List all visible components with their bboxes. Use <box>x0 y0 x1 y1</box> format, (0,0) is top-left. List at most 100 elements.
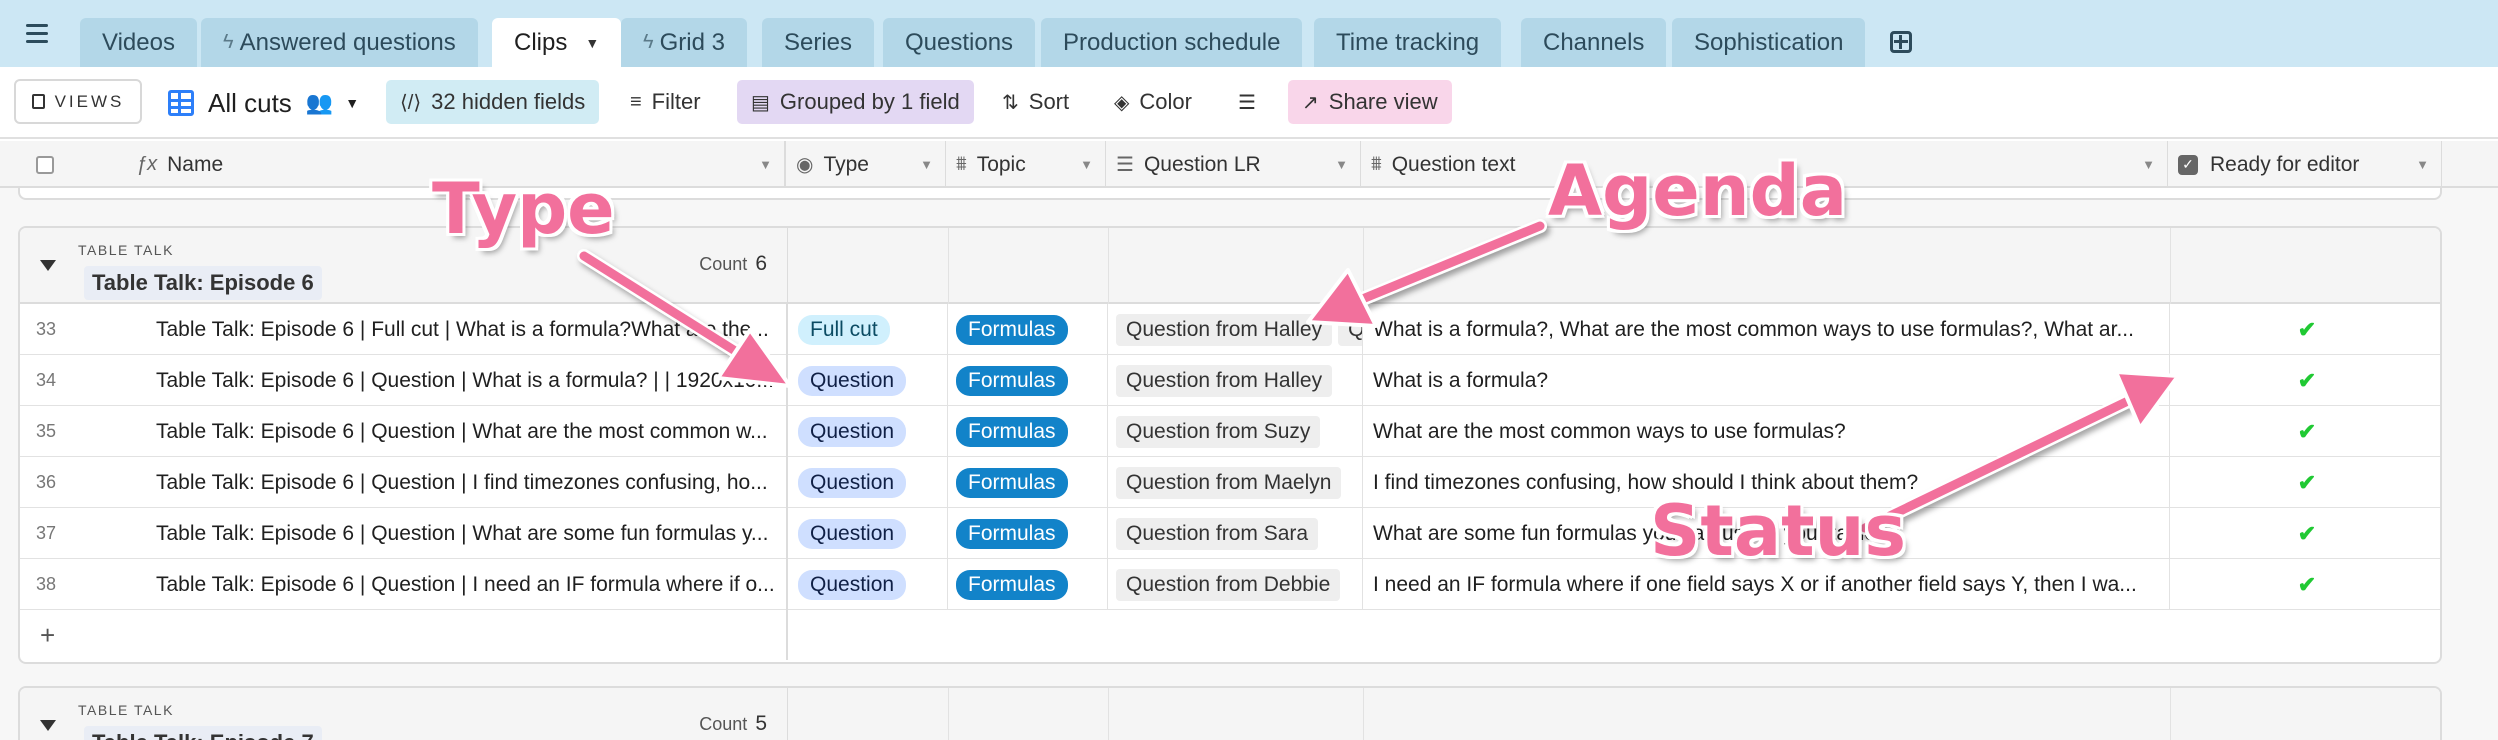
tab-sophistication[interactable]: Sophistication <box>1672 18 1866 67</box>
select-all-checkbox[interactable] <box>36 155 54 174</box>
chevron-down-icon[interactable]: ▼ <box>1080 157 1093 172</box>
cell-ready-for-editor[interactable]: ✔ <box>2170 457 2440 508</box>
column-question-text-label: Question text <box>1391 152 1516 176</box>
group-header[interactable]: TABLE TALK Table Talk: Episode 6 Count 6 <box>20 228 2440 304</box>
column-header-topic[interactable]: ⩩ Topic ▼ <box>946 141 1106 188</box>
cell-question-lr[interactable]: Question from Halley Q <box>1108 304 1363 355</box>
cell-question-text[interactable]: What is a formula? <box>1363 355 2170 406</box>
view-switcher[interactable]: All cuts 👥 ▼ <box>168 83 359 123</box>
cell-name[interactable]: Table Talk: Episode 6 | Question | What … <box>110 355 788 406</box>
cell-topic[interactable]: Formulas <box>948 304 1108 355</box>
cell-type[interactable]: Full cut <box>788 304 948 355</box>
cell-topic[interactable]: Formulas <box>948 355 1108 406</box>
table-row[interactable]: 33 Table Talk: Episode 6 | Full cut | Wha… <box>20 304 2440 355</box>
row-number-text: 35 <box>36 421 57 441</box>
cell-name[interactable]: Table Talk: Episode 6 | Question | I nee… <box>110 559 788 610</box>
add-table-icon[interactable] <box>1890 31 1912 53</box>
cell-name[interactable]: Table Talk: Episode 6 | Full cut | What … <box>110 304 788 355</box>
collapse-caret-icon[interactable] <box>40 720 56 731</box>
tab-production-schedule[interactable]: Production schedule <box>1041 18 1303 67</box>
filter-button[interactable]: ≡ Filter <box>616 80 715 124</box>
filter-label: Filter <box>651 89 701 114</box>
add-record-row[interactable]: + <box>20 610 788 660</box>
lightning-icon: ϟ <box>223 31 234 53</box>
cell-ready-for-editor[interactable]: ✔ <box>2170 304 2440 355</box>
cell-topic[interactable]: Formulas <box>948 508 1108 559</box>
check-icon: ✔ <box>2297 316 2317 342</box>
tab-grid-3[interactable]: ϟ Grid 3 <box>621 18 747 67</box>
row-number-text: 33 <box>36 319 57 339</box>
cell-ready-for-editor[interactable]: ✔ <box>2170 508 2440 559</box>
cell-type[interactable]: Question <box>788 406 948 457</box>
select-all-cell[interactable] <box>0 141 90 188</box>
tab-series[interactable]: Series <box>762 18 875 67</box>
views-button[interactable]: VIEWS <box>14 79 142 124</box>
cell-question-lr[interactable]: Question from Maelyn <box>1108 457 1363 508</box>
tab-answered-questions[interactable]: ϟ Answered questions <box>201 18 478 67</box>
cell-name[interactable]: Table Talk: Episode 6 | Question | What … <box>110 508 788 559</box>
tab-channels[interactable]: Channels <box>1521 18 1667 67</box>
tab-label: Grid 3 <box>659 28 725 56</box>
row-height-button[interactable]: ☰ <box>1224 80 1270 124</box>
column-type-label: Type <box>823 152 869 176</box>
hamburger-menu-icon[interactable] <box>26 24 50 44</box>
column-header-question-lr[interactable]: ☰ Question LR ▼ <box>1106 141 1361 188</box>
column-header-type[interactable]: ◉ Type ▼ <box>786 141 946 188</box>
cell-question-text[interactable]: What are the most common ways to use for… <box>1363 406 2170 457</box>
type-pill: Question <box>798 569 907 600</box>
tab-videos[interactable]: Videos <box>80 18 197 67</box>
group-button[interactable]: ▤ Grouped by 1 field <box>737 80 974 124</box>
cell-question-lr[interactable]: Question from Suzy <box>1108 406 1363 457</box>
chevron-down-icon[interactable]: ▼ <box>2416 157 2429 172</box>
cell-question-lr[interactable]: Question from Sara <box>1108 508 1363 559</box>
hide-fields-button[interactable]: ⟨/⟩ 32 hidden fields <box>386 80 600 124</box>
cell-ready-for-editor[interactable]: ✔ <box>2170 355 2440 406</box>
table-row[interactable]: 38 Table Talk: Episode 6 | Question | I n… <box>20 559 2440 610</box>
previous-group-footer <box>18 188 2442 200</box>
table-row[interactable]: 35 Table Talk: Episode 6 | Question | Wha… <box>20 406 2440 457</box>
single-select-icon: ◉ <box>796 154 814 176</box>
chevron-down-icon[interactable]: ▼ <box>759 157 772 172</box>
chevron-down-icon[interactable]: ▼ <box>1335 157 1348 172</box>
table-row[interactable]: 36 Table Talk: Episode 6 | Question | I f… <box>20 457 2440 508</box>
name-text: Table Talk: Episode 6 | Question | What … <box>156 368 774 392</box>
grid-body: TABLE TALK Table Talk: Episode 6 Count 6 … <box>0 188 2498 740</box>
cell-question-lr[interactable]: Question from Debbie <box>1108 559 1363 610</box>
cell-topic[interactable]: Formulas <box>948 457 1108 508</box>
type-pill: Question <box>798 416 907 447</box>
cell-type[interactable]: Question <box>788 355 948 406</box>
row-number-text: 37 <box>36 523 57 543</box>
linked-record-chip: Question from Suzy <box>1116 415 1321 448</box>
tab-time-tracking[interactable]: Time tracking <box>1314 18 1502 67</box>
cell-type[interactable]: Question <box>788 457 948 508</box>
topic-pill: Formulas <box>956 467 1068 498</box>
color-button[interactable]: ◈ Color <box>1100 80 1206 124</box>
cell-topic[interactable]: Formulas <box>948 559 1108 610</box>
cell-type[interactable]: Question <box>788 508 948 559</box>
chevron-down-icon[interactable]: ▼ <box>585 35 599 51</box>
column-header-ready[interactable]: ✓ Ready for editor ▼ <box>2168 141 2442 188</box>
topic-pill: Formulas <box>956 314 1068 345</box>
linked-record-chip-overflow: Q <box>1338 313 1362 346</box>
cell-question-lr[interactable]: Question from Halley <box>1108 355 1363 406</box>
group-header[interactable]: TABLE TALK Table Talk: Episode 7 Count 5 <box>20 688 2440 740</box>
share-view-button[interactable]: ↗ Share view <box>1288 80 1452 124</box>
tab-clips[interactable]: Clips ▼ <box>492 18 622 67</box>
tab-questions[interactable]: Questions <box>883 18 1036 67</box>
chevron-down-icon[interactable]: ▼ <box>2142 157 2155 172</box>
sort-button[interactable]: ⇅ Sort <box>988 80 1083 124</box>
cell-topic[interactable]: Formulas <box>948 406 1108 457</box>
table-row[interactable]: 34 Table Talk: Episode 6 | Question | Wha… <box>20 355 2440 406</box>
cell-name[interactable]: Table Talk: Episode 6 | Question | What … <box>110 406 788 457</box>
cell-type[interactable]: Question <box>788 559 948 610</box>
cell-ready-for-editor[interactable]: ✔ <box>2170 406 2440 457</box>
cell-ready-for-editor[interactable]: ✔ <box>2170 559 2440 610</box>
view-name: All cuts <box>208 87 292 118</box>
cell-name[interactable]: Table Talk: Episode 6 | Question | I fin… <box>110 457 788 508</box>
table-row[interactable]: 37 Table Talk: Episode 6 | Question | Wha… <box>20 508 2440 559</box>
collapse-caret-icon[interactable] <box>40 260 56 271</box>
group-count-label: Count <box>699 714 748 734</box>
column-name-label: Name <box>167 152 224 176</box>
cell-question-text[interactable]: What is a formula?, What are the most co… <box>1363 304 2170 355</box>
chevron-down-icon[interactable]: ▼ <box>920 157 933 172</box>
